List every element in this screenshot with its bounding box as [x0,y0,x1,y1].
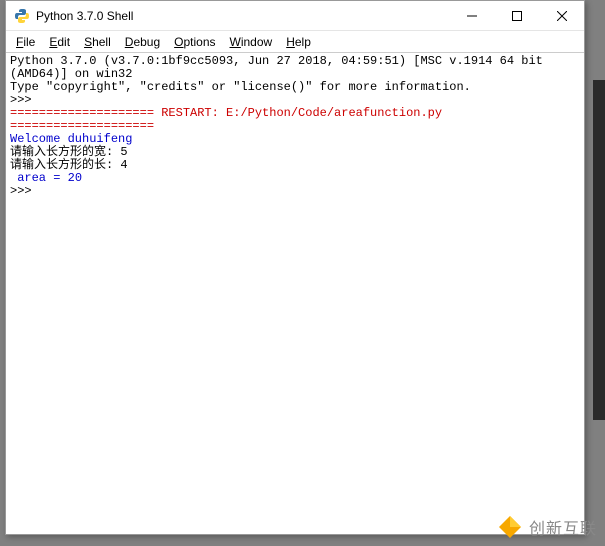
background-strip [593,80,605,420]
menu-edit[interactable]: Edit [49,35,70,49]
watermark: 创新互联 [497,514,597,540]
input-prompt: 请输入长方形的长: [10,158,120,172]
result-line: area = 20 [10,172,580,185]
menubar: File Edit Shell Debug Options Window Hel… [6,31,584,53]
titlebar[interactable]: Python 3.7.0 Shell [6,1,584,31]
menu-help[interactable]: Help [286,35,311,49]
menu-shell[interactable]: Shell [84,35,111,49]
watermark-logo-icon [497,514,523,540]
menu-file[interactable]: File [16,35,35,49]
menu-debug[interactable]: Debug [125,35,160,49]
restart-line: ==================== RESTART: E:/Python/… [10,107,580,133]
watermark-text: 创新互联 [529,515,597,539]
input-value: 5 [120,145,127,159]
menu-window[interactable]: Window [230,35,273,49]
window-frame: Python 3.7.0 Shell File Edit Shell Debug… [5,0,585,535]
banner-line: Type "copyright", "credits" or "license(… [10,81,580,94]
maximize-button[interactable] [494,1,539,30]
input-prompt: 请输入长方形的宽: [10,145,120,159]
close-button[interactable] [539,1,584,30]
window-controls [449,1,584,30]
shell-content[interactable]: Python 3.7.0 (v3.7.0:1bf9cc5093, Jun 27 … [6,53,584,534]
menu-options[interactable]: Options [174,35,215,49]
prompt: >>> [10,93,39,107]
banner-line: Python 3.7.0 (v3.7.0:1bf9cc5093, Jun 27 … [10,55,580,81]
python-icon [14,8,30,24]
input-value: 4 [120,158,127,172]
prompt: >>> [10,184,39,198]
window-title: Python 3.7.0 Shell [36,9,449,23]
minimize-button[interactable] [449,1,494,30]
